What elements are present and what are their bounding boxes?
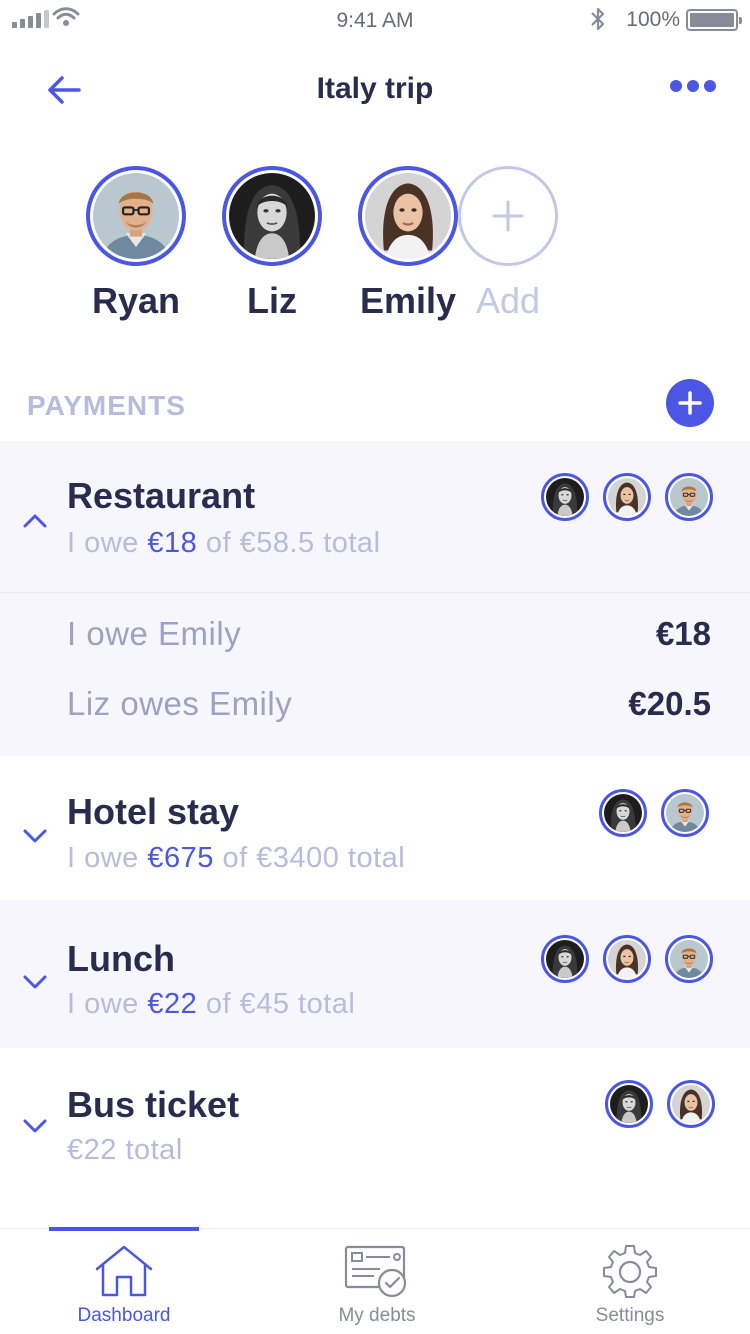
avatar-emily xyxy=(603,935,651,983)
tab-label: My debts xyxy=(338,1305,416,1326)
participants xyxy=(605,1080,715,1128)
more-dots-icon xyxy=(670,80,682,92)
member-emily[interactable]: Emily xyxy=(340,166,476,322)
status-bar: 9:41 AM 100% xyxy=(0,0,750,40)
payment-summary: I owe €18 of €58.5 total xyxy=(67,527,381,559)
plus-icon xyxy=(492,200,524,232)
avatar xyxy=(222,166,322,266)
battery-icon xyxy=(686,9,742,31)
bluetooth-icon xyxy=(591,7,605,31)
participants xyxy=(599,789,709,837)
chevron-up-icon[interactable] xyxy=(22,513,48,529)
avatar-ryan xyxy=(665,935,713,983)
battery-percentage: 100% xyxy=(626,8,680,31)
tab-dashboard[interactable]: Dashboard xyxy=(44,1243,204,1327)
avatar-liz xyxy=(541,473,589,521)
avatar-ryan xyxy=(665,473,713,521)
avatar-liz xyxy=(605,1080,653,1128)
breakdown-label: I owe Emily xyxy=(67,615,242,652)
avatar xyxy=(86,166,186,266)
payment-breakdown: I owe Emily €18 Liz owes Emily €20.5 xyxy=(0,592,750,756)
payment-title: Lunch xyxy=(67,938,175,979)
payment-title: Hotel stay xyxy=(67,791,240,832)
my-share-amount: €675 xyxy=(147,842,214,874)
payment-title: Bus ticket xyxy=(67,1084,240,1125)
add-payment-button[interactable] xyxy=(666,379,714,427)
add-member-label: Add xyxy=(475,280,541,321)
breakdown-row: I owe Emily €18 xyxy=(67,615,711,653)
chevron-down-icon[interactable] xyxy=(22,1118,48,1134)
payment-item-lunch[interactable]: Lunch I owe €22 of €45 total xyxy=(0,900,750,1048)
my-share-amount: €22 xyxy=(147,988,198,1020)
member-name: Emily xyxy=(359,280,457,321)
payments-section-title: PAYMENTS xyxy=(27,390,186,421)
breakdown-label: Liz owes Emily xyxy=(67,685,293,722)
chevron-down-icon[interactable] xyxy=(22,974,48,990)
nav-bar: Italy trip xyxy=(0,52,750,128)
avatar-emily xyxy=(603,473,651,521)
members-row: Ryan Liz Emily Add xyxy=(68,166,558,322)
house-icon xyxy=(95,1245,153,1297)
more-options-button[interactable] xyxy=(670,80,716,92)
member-name: Liz xyxy=(247,280,297,321)
avatar-ryan xyxy=(661,789,709,837)
add-circle xyxy=(458,166,558,266)
avatar-liz xyxy=(541,935,589,983)
breakdown-amount: €18 xyxy=(655,615,711,652)
participants xyxy=(541,473,713,521)
member-name: Ryan xyxy=(91,280,181,321)
avatar-emily xyxy=(667,1080,715,1128)
breakdown-row: Liz owes Emily €20.5 xyxy=(67,685,711,723)
plus-icon xyxy=(678,391,702,415)
tab-my-debts[interactable]: My debts xyxy=(297,1243,457,1327)
tab-settings[interactable]: Settings xyxy=(550,1243,710,1327)
avatar-liz xyxy=(599,789,647,837)
payment-summary: I owe €675 of €3400 total xyxy=(67,842,406,874)
payment-summary: €22 total xyxy=(67,1134,183,1166)
tab-label: Dashboard xyxy=(77,1305,171,1326)
member-ryan[interactable]: Ryan xyxy=(68,166,204,322)
payment-item-restaurant[interactable]: Restaurant I owe €18 of €58.5 total xyxy=(0,441,750,592)
payment-item-hotel-stay[interactable]: Hotel stay I owe €675 of €3400 total xyxy=(0,756,750,900)
my-share-amount: €18 xyxy=(147,527,198,559)
chevron-down-icon[interactable] xyxy=(22,828,48,844)
avatar xyxy=(358,166,458,266)
payment-title: Restaurant xyxy=(67,475,256,516)
breakdown-amount: €20.5 xyxy=(628,685,711,722)
gear-icon xyxy=(603,1245,657,1298)
debts-card-icon xyxy=(344,1245,407,1298)
tab-bar: Dashboard My debts Settings xyxy=(0,1227,750,1334)
member-liz[interactable]: Liz xyxy=(204,166,340,322)
add-member-button[interactable]: Add xyxy=(458,166,558,322)
participants xyxy=(541,935,713,983)
active-tab-indicator xyxy=(49,1227,199,1231)
payment-summary: I owe €22 of €45 total xyxy=(67,988,356,1020)
page-title: Italy trip xyxy=(316,72,434,105)
payment-item-bus-ticket[interactable]: Bus ticket €22 total xyxy=(0,1048,750,1196)
tab-label: Settings xyxy=(595,1305,665,1326)
